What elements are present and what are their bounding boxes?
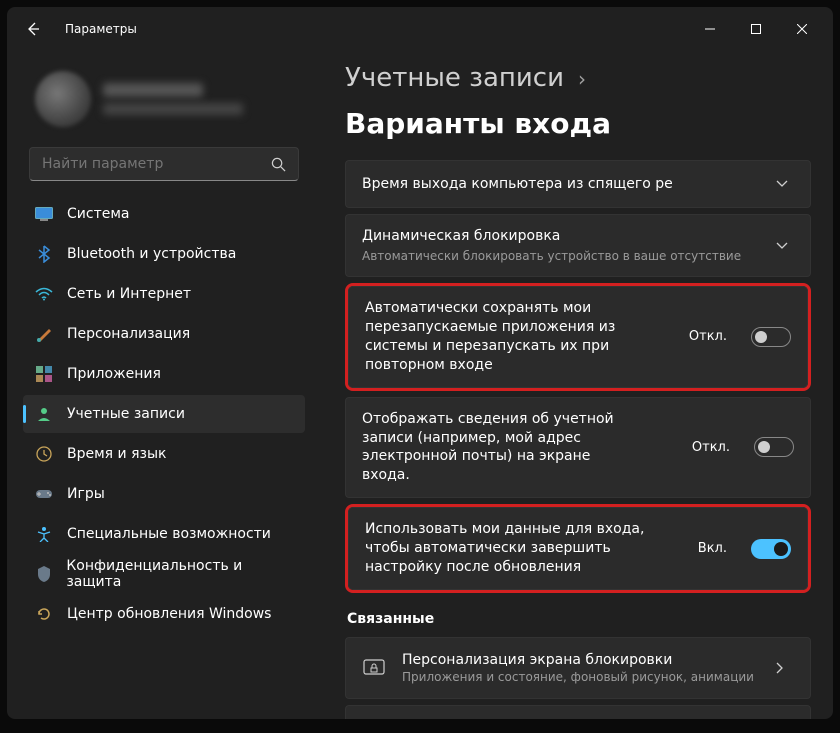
- user-name: [103, 83, 203, 97]
- search-box[interactable]: [29, 147, 299, 181]
- nav-item-gaming[interactable]: Игры: [23, 475, 305, 513]
- highlight-restart-apps: Автоматически сохранять мои перезапускае…: [345, 283, 811, 391]
- nav-item-time-language[interactable]: Время и язык: [23, 435, 305, 473]
- restart-apps-state: Откл.: [689, 329, 727, 344]
- account-info-title: Отображать сведения об учетной записи (н…: [362, 410, 622, 486]
- lock-personalization-link[interactable]: Персонализация экрана блокировки Приложе…: [345, 637, 811, 699]
- search-icon: [271, 157, 286, 172]
- restart-apps-title: Автоматически сохранять мои перезапускае…: [365, 299, 625, 375]
- chevron-down-icon: [776, 242, 794, 250]
- titlebar-title: Параметры: [65, 22, 137, 36]
- account-info-row: Отображать сведения об учетной записи (н…: [345, 397, 811, 499]
- update-icon: [35, 605, 53, 623]
- maximize-button[interactable]: [733, 14, 779, 44]
- nav-item-accessibility[interactable]: Специальные возможности: [23, 515, 305, 553]
- sidebar: Система Bluetooth и устройства Сеть и Ин…: [7, 51, 317, 719]
- display-icon: [35, 205, 53, 223]
- bluetooth-icon: [35, 245, 53, 263]
- lock-personalization-sub: Приложения и состояние, фоновый рисунок,…: [402, 670, 760, 684]
- finish-setup-row: Использовать мои данные для входа, чтобы…: [348, 507, 808, 590]
- restart-apps-toggle[interactable]: [751, 327, 791, 347]
- breadcrumb-parent[interactable]: Учетные записи: [345, 63, 564, 93]
- nav-item-privacy[interactable]: Конфиденциальность и защита: [23, 555, 305, 593]
- nav-item-personalization[interactable]: Персонализация: [23, 315, 305, 353]
- account-info-state: Откл.: [692, 440, 730, 455]
- wifi-icon: [35, 285, 53, 303]
- arrow-left-icon: [25, 21, 41, 37]
- gamepad-icon: [35, 485, 53, 503]
- minimize-icon: [705, 24, 715, 34]
- nav-label: Специальные возможности: [67, 526, 271, 542]
- highlight-finish-setup: Использовать мои данные для входа, чтобы…: [345, 504, 811, 593]
- breadcrumb: Учетные записи › Варианты входа: [345, 63, 811, 140]
- nav-item-accounts[interactable]: Учетные записи: [23, 395, 305, 433]
- nav-label: Система: [67, 206, 129, 222]
- user-block[interactable]: [23, 59, 305, 147]
- avatar: [35, 71, 91, 127]
- accessibility-icon: [35, 525, 53, 543]
- nav-label: Персонализация: [67, 326, 190, 342]
- nav-list: Система Bluetooth и устройства Сеть и Ин…: [23, 195, 305, 633]
- user-text: [103, 83, 243, 115]
- close-icon: [797, 24, 807, 34]
- chevron-right-icon: [776, 662, 794, 674]
- restart-apps-row: Автоматически сохранять мои перезапускае…: [348, 286, 808, 388]
- nav-label: Bluetooth и устройства: [67, 246, 236, 262]
- main-content: Учетные записи › Варианты входа Время вы…: [317, 51, 833, 719]
- clock-icon: [35, 445, 53, 463]
- lock-personalization-title: Персонализация экрана блокировки: [402, 652, 760, 668]
- nav-item-bluetooth[interactable]: Bluetooth и устройства: [23, 235, 305, 273]
- titlebar: Параметры: [7, 7, 833, 51]
- nav-label: Учетные записи: [67, 406, 185, 422]
- nav-label: Конфиденциальность и защита: [66, 558, 293, 590]
- window-controls: [687, 14, 825, 44]
- account-info-toggle[interactable]: [754, 437, 794, 457]
- nav-item-network[interactable]: Сеть и Интернет: [23, 275, 305, 313]
- related-heading: Связанные: [347, 611, 811, 627]
- wake-timeout-label: Время выхода компьютера из спящего ре: [362, 175, 762, 194]
- nav-item-apps[interactable]: Приложения: [23, 355, 305, 393]
- dynamic-lock-title: Динамическая блокировка: [362, 227, 762, 246]
- nav-item-system[interactable]: Система: [23, 195, 305, 233]
- dynamic-lock-row[interactable]: Динамическая блокировка Автоматически бл…: [345, 214, 811, 277]
- nav-label: Приложения: [67, 366, 161, 382]
- finish-setup-state: Вкл.: [698, 541, 727, 556]
- lock-screen-icon: [362, 656, 386, 680]
- nav-label: Центр обновления Windows: [67, 606, 271, 622]
- nav-item-windows-update[interactable]: Центр обновления Windows: [23, 595, 305, 633]
- nav-label: Сеть и Интернет: [67, 286, 191, 302]
- apps-icon: [35, 365, 53, 383]
- search-input[interactable]: [42, 156, 271, 172]
- person-icon: [35, 405, 53, 423]
- wake-timeout-row[interactable]: Время выхода компьютера из спящего ре: [345, 160, 811, 208]
- maximize-icon: [751, 24, 761, 34]
- nav-label: Время и язык: [67, 446, 166, 462]
- finish-setup-title: Использовать мои данные для входа, чтобы…: [365, 520, 645, 577]
- settings-window: Параметры: [7, 7, 833, 719]
- page-title: Варианты входа: [345, 107, 611, 140]
- finish-setup-toggle[interactable]: [751, 539, 791, 559]
- dynamic-lock-sub: Автоматически блокировать устройство в в…: [362, 248, 762, 264]
- back-button[interactable]: [15, 11, 51, 47]
- chevron-right-icon: ›: [578, 67, 586, 91]
- nav-label: Игры: [67, 486, 105, 502]
- close-button[interactable]: [779, 14, 825, 44]
- minimize-button[interactable]: [687, 14, 733, 44]
- shield-icon: [35, 565, 52, 583]
- user-email: [103, 103, 243, 115]
- chevron-down-icon: [776, 180, 794, 188]
- paintbrush-icon: [35, 325, 53, 343]
- more-signin-link[interactable]: Подробнее о вариантах входа: [345, 705, 811, 719]
